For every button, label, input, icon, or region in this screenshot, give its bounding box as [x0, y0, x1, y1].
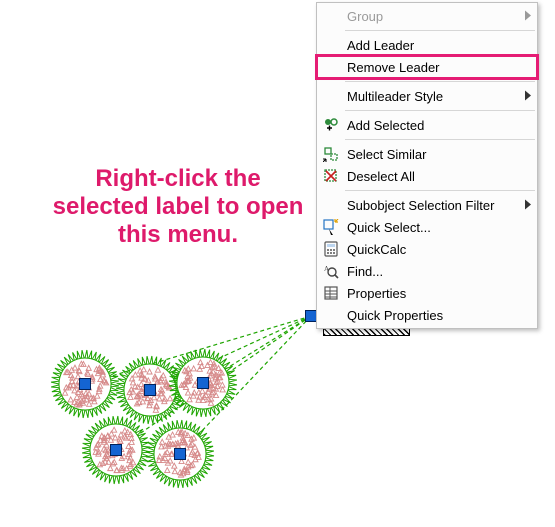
selection-grip[interactable] — [144, 384, 156, 396]
menu-label: QuickCalc — [341, 242, 521, 257]
menu-deselect-all[interactable]: Deselect All — [317, 165, 537, 187]
menu-label: Multileader Style — [341, 89, 521, 104]
menu-add-selected[interactable]: Add Selected — [317, 114, 537, 136]
menu-label: Quick Properties — [341, 308, 521, 323]
separator — [345, 110, 535, 111]
menu-select-similar[interactable]: Select Similar — [317, 143, 537, 165]
menu-label: Subobject Selection Filter — [341, 198, 521, 213]
selection-grip[interactable] — [79, 378, 91, 390]
properties-icon — [321, 283, 341, 303]
separator — [345, 190, 535, 191]
instruction-text: Right-click the selected label to open t… — [48, 165, 308, 249]
menu-label: Find... — [341, 264, 521, 279]
separator — [345, 30, 535, 31]
chevron-right-icon — [525, 198, 531, 213]
find-icon: A — [321, 261, 341, 281]
blank-icon — [321, 305, 341, 325]
deselect-all-icon — [321, 166, 341, 186]
menu-remove-leader[interactable]: Remove Leader — [317, 56, 537, 78]
blank-icon — [321, 35, 341, 55]
blank-icon — [321, 6, 341, 26]
menu-properties[interactable]: Properties — [317, 282, 537, 304]
menu-label: Add Selected — [341, 118, 521, 133]
menu-quick-properties[interactable]: Quick Properties — [317, 304, 537, 326]
menu-label: Select Similar — [341, 147, 521, 162]
selection-grip[interactable] — [110, 444, 122, 456]
chevron-right-icon — [525, 89, 531, 104]
menu-label: Properties — [341, 286, 521, 301]
menu-label: Remove Leader — [341, 60, 521, 75]
quick-select-icon — [321, 217, 341, 237]
menu-label: Add Leader — [341, 38, 521, 53]
blank-icon — [321, 195, 341, 215]
select-similar-icon — [321, 144, 341, 164]
context-menu: Group Add Leader Remove Leader Multilead… — [316, 2, 538, 329]
quickcalc-icon — [321, 239, 341, 259]
menu-label: Deselect All — [341, 169, 521, 184]
chevron-right-icon — [525, 9, 531, 24]
menu-quick-select[interactable]: Quick Select... — [317, 216, 537, 238]
separator — [345, 81, 535, 82]
blank-icon — [321, 86, 341, 106]
menu-add-leader[interactable]: Add Leader — [317, 34, 537, 56]
menu-find[interactable]: A Find... — [317, 260, 537, 282]
add-selected-icon — [321, 115, 341, 135]
menu-label: Quick Select... — [341, 220, 521, 235]
menu-label: Group — [341, 9, 521, 24]
separator — [345, 139, 535, 140]
menu-subobject-filter[interactable]: Subobject Selection Filter — [317, 194, 537, 216]
selection-grip[interactable] — [197, 377, 209, 389]
menu-quickcalc[interactable]: QuickCalc — [317, 238, 537, 260]
menu-group[interactable]: Group — [317, 5, 537, 27]
selection-grip[interactable] — [174, 448, 186, 460]
menu-multileader-style[interactable]: Multileader Style — [317, 85, 537, 107]
blank-icon — [321, 57, 341, 77]
